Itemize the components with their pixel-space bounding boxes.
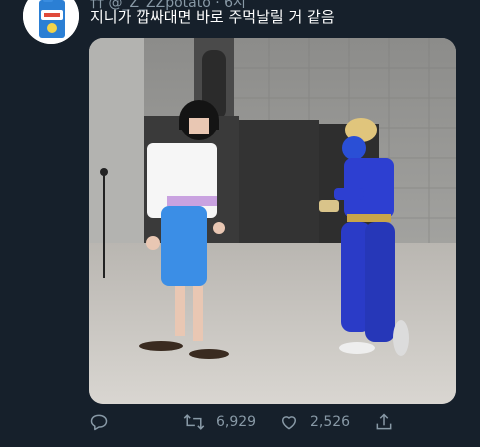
like-icon bbox=[282, 416, 296, 430]
dance-video-thumbnail bbox=[89, 38, 456, 404]
retweet-icon bbox=[183, 414, 205, 430]
reply-button[interactable] bbox=[89, 412, 109, 432]
detergent-bottle-avatar-image bbox=[23, 0, 79, 44]
like-count: 2,526 bbox=[310, 414, 351, 430]
tweet-text: 지니가 깝싸대면 바로 주먹날릴 거 같음 bbox=[90, 8, 335, 26]
share-button[interactable] bbox=[374, 412, 394, 432]
retweet-button[interactable]: 6,929 bbox=[183, 412, 256, 432]
avatar[interactable] bbox=[23, 0, 79, 44]
reply-icon bbox=[90, 414, 108, 431]
tweet-actions-bar: 6,929 2,526 bbox=[0, 408, 480, 440]
tweet-media[interactable] bbox=[89, 38, 456, 404]
like-button[interactable]: 2,526 bbox=[279, 412, 350, 432]
share-icon bbox=[376, 413, 392, 430]
retweet-count: 6,929 bbox=[216, 414, 257, 430]
